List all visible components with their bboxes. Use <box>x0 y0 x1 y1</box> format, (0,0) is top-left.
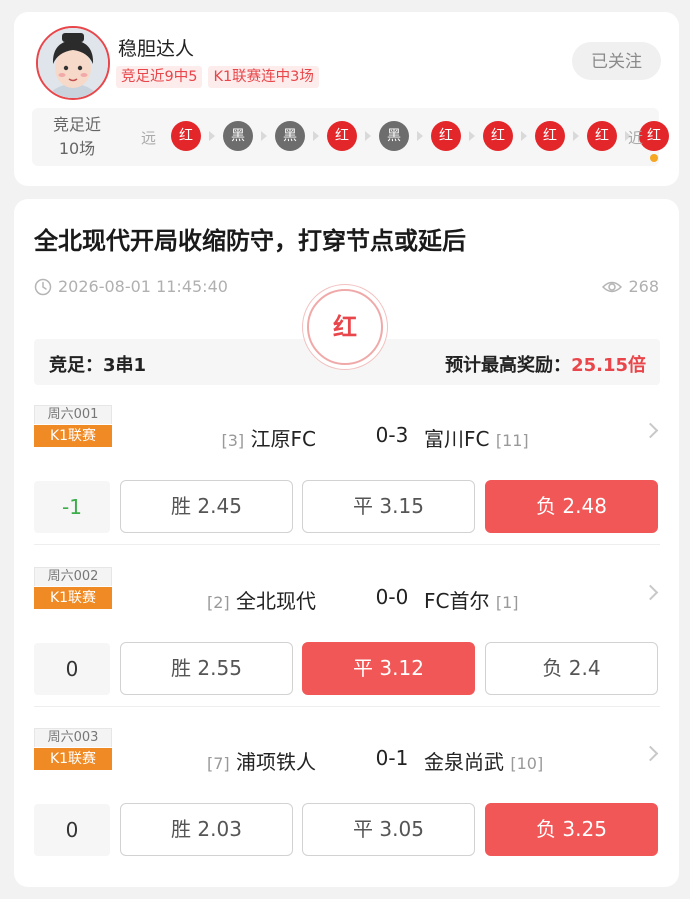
max-reward-label: 预计最高奖励： <box>445 355 572 376</box>
result-badge: 黑 <box>223 121 253 151</box>
match-number: 周六002 <box>34 567 112 586</box>
away-team-name: 金泉尚武 <box>424 750 504 774</box>
expert-tags: 竞足近9中5 K1联赛连中3场 <box>116 66 319 88</box>
home-team-name: 江原FC <box>250 427 316 451</box>
view-count-text: 268 <box>628 277 659 296</box>
result-arrow-icon <box>313 131 319 141</box>
result-arrow-icon <box>469 131 475 141</box>
result-badge: 红 <box>431 121 461 151</box>
home-rank: [2] <box>206 593 230 612</box>
odds-draw[interactable]: 平 3.12 <box>302 642 475 695</box>
handicap: 0 <box>34 643 110 695</box>
away-rank: [1] <box>495 593 519 612</box>
result-badge: 红 <box>535 121 565 151</box>
avatar[interactable] <box>36 26 110 100</box>
home-team: [2] 全北现代 <box>207 585 316 614</box>
result-badge-latest: 红 <box>639 121 669 162</box>
odds-draw[interactable]: 平 3.15 <box>302 480 475 533</box>
match-score: 0-0 <box>375 585 409 609</box>
stat-tag: K1联赛连中3场 <box>208 66 319 88</box>
away-team: FC首尔 [1] <box>424 585 519 614</box>
match-item[interactable]: 周六002 K1联赛 [2] 全北现代 0-0 FC首尔 [1] 0 胜 2.5… <box>34 567 660 727</box>
odds-lose[interactable]: 负 2.48 <box>485 480 658 533</box>
odds-win[interactable]: 胜 2.45 <box>120 480 293 533</box>
clock-icon <box>34 278 52 295</box>
match-item[interactable]: 周六003 K1联赛 [7] 浦项铁人 0-1 金泉尚武 [10] 0 胜 2.… <box>34 728 660 888</box>
odds-lose[interactable]: 负 3.25 <box>485 803 658 856</box>
article-title: 全北现代开局收缩防守，打穿节点或延后 <box>34 227 466 255</box>
divider <box>34 544 660 545</box>
result-arrow-icon <box>573 131 579 141</box>
match-teams: [7] 浦项铁人 0-1 金泉尚武 [10] <box>34 746 660 775</box>
odds-win[interactable]: 胜 2.03 <box>120 803 293 856</box>
match-teams: [3] 江原FC 0-3 富川FC [11] <box>34 423 660 452</box>
eye-icon <box>602 281 623 292</box>
handicap: -1 <box>34 481 110 533</box>
bet-type: 竞足：3串1 <box>49 355 147 376</box>
recent-results: 红 黑 黑 红 黑 红 红 红 红 红 <box>171 121 669 162</box>
result-arrow-icon <box>365 131 371 141</box>
publish-time: 2026-08-01 11:45:40 <box>34 277 228 296</box>
handicap: 0 <box>34 804 110 856</box>
max-reward: 预计最高奖励：25.15倍 <box>445 351 646 377</box>
divider <box>34 706 660 707</box>
result-arrow-icon <box>417 131 423 141</box>
match-item[interactable]: 周六001 K1联赛 [3] 江原FC 0-3 富川FC [11] -1 胜 2… <box>34 405 660 565</box>
away-team: 富川FC [11] <box>424 423 529 452</box>
away-rank: [10] <box>510 754 544 773</box>
match-score: 0-3 <box>375 423 409 447</box>
result-badge: 红 <box>483 121 513 151</box>
home-rank: [3] <box>221 431 245 450</box>
result-arrow-icon <box>209 131 215 141</box>
article-card: 全北现代开局收缩防守，打穿节点或延后 2026-08-01 11:45:40 2… <box>14 199 679 887</box>
result-badge: 红 <box>587 121 617 151</box>
home-team-name: 浦项铁人 <box>236 750 316 774</box>
away-team-name: 富川FC <box>424 427 490 451</box>
result-arrow-icon <box>261 131 267 141</box>
away-team: 金泉尚武 [10] <box>424 746 543 775</box>
match-number: 周六001 <box>34 405 112 424</box>
view-count: 268 <box>602 277 659 296</box>
match-score: 0-1 <box>375 746 409 770</box>
latest-dot-icon <box>650 154 658 162</box>
odds-lose[interactable]: 负 2.4 <box>485 642 658 695</box>
publish-time-text: 2026-08-01 11:45:40 <box>58 277 228 296</box>
result-badge-text: 红 <box>647 128 661 144</box>
recent-form-label: 竞足近10场 <box>52 115 101 158</box>
result-badge: 黑 <box>275 121 305 151</box>
result-badge: 黑 <box>379 121 409 151</box>
home-team: [3] 江原FC <box>222 423 317 452</box>
result-stamp: 红 <box>307 289 383 365</box>
result-badge: 红 <box>327 121 357 151</box>
match-number: 周六003 <box>34 728 112 747</box>
result-arrow-icon <box>521 131 527 141</box>
recent-form-row: 竞足近10场 远 红 黑 黑 红 黑 红 红 红 红 红 近 <box>32 108 669 166</box>
away-team-name: FC首尔 <box>424 589 490 613</box>
max-reward-value: 25.15倍 <box>571 355 646 376</box>
far-label: 远 <box>141 129 157 147</box>
stat-tag: 竞足近9中5 <box>116 66 203 88</box>
home-rank: [7] <box>206 754 230 773</box>
near-label: 近 <box>628 129 644 147</box>
expert-profile-card: 稳胆达人 竞足近9中5 K1联赛连中3场 已关注 竞足近10场 远 红 黑 黑 … <box>14 12 679 186</box>
match-teams: [2] 全北现代 0-0 FC首尔 [1] <box>34 585 660 614</box>
away-rank: [11] <box>495 431 529 450</box>
home-team-name: 全北现代 <box>236 589 316 613</box>
follow-button[interactable]: 已关注 <box>572 42 661 80</box>
username: 稳胆达人 <box>118 38 195 60</box>
result-badge: 红 <box>171 121 201 151</box>
odds-draw[interactable]: 平 3.05 <box>302 803 475 856</box>
home-team: [7] 浦项铁人 <box>207 746 316 775</box>
odds-win[interactable]: 胜 2.55 <box>120 642 293 695</box>
